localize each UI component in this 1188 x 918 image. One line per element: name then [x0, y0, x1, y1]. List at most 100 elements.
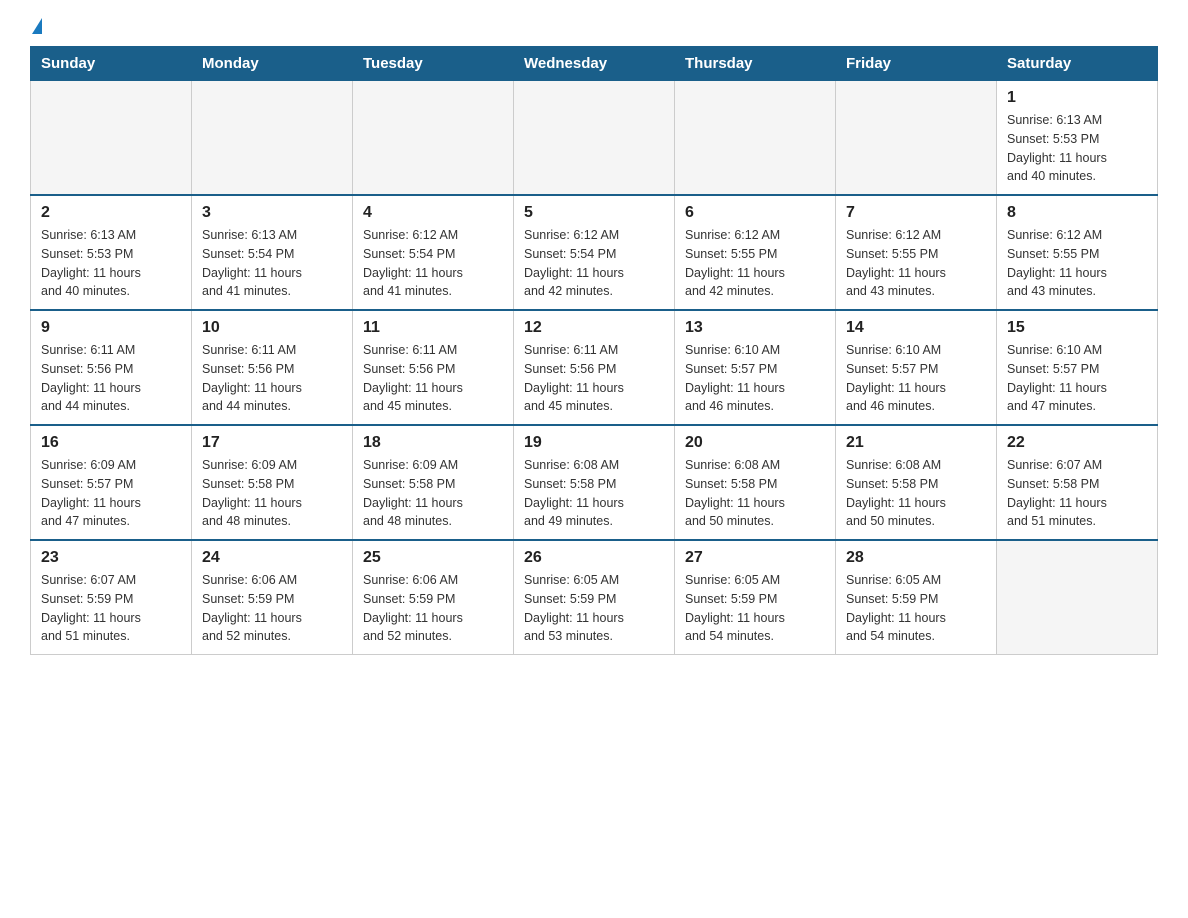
day-info: Sunrise: 6:06 AM Sunset: 5:59 PM Dayligh…	[202, 571, 342, 646]
page-header	[30, 20, 1158, 36]
day-info: Sunrise: 6:07 AM Sunset: 5:58 PM Dayligh…	[1007, 456, 1147, 531]
weekday-header-thursday: Thursday	[675, 47, 836, 81]
calendar-cell: 5Sunrise: 6:12 AM Sunset: 5:54 PM Daylig…	[514, 195, 675, 310]
day-number: 13	[685, 319, 825, 337]
day-number: 21	[846, 434, 986, 452]
day-number: 15	[1007, 319, 1147, 337]
day-info: Sunrise: 6:12 AM Sunset: 5:55 PM Dayligh…	[685, 226, 825, 301]
calendar-cell: 6 Sunrise: 6:12 AM Sunset: 5:55 PM Daylig…	[675, 195, 836, 310]
calendar-cell	[31, 81, 192, 196]
day-number: 8	[1007, 204, 1147, 222]
day-info: Sunrise: 6:11 AM Sunset: 5:56 PM Dayligh…	[524, 341, 664, 416]
day-number: 17	[202, 434, 342, 452]
week-row-2: 9 Sunrise: 6:11 AM Sunset: 5:56 PM Daylig…	[31, 310, 1158, 425]
calendar-cell: 22 Sunrise: 6:07 AM Sunset: 5:58 PM Dayli…	[997, 425, 1158, 540]
day-number: 24	[202, 549, 342, 567]
calendar-cell: 23 Sunrise: 6:07 AM Sunset: 5:59 PM Dayli…	[31, 540, 192, 655]
day-number: 23	[41, 549, 181, 567]
day-info: Sunrise: 6:05 AM Sunset: 5:59 PM Dayligh…	[685, 571, 825, 646]
calendar-cell: 15 Sunrise: 6:10 AM Sunset: 5:57 PM Dayli…	[997, 310, 1158, 425]
day-number: 2	[41, 204, 181, 222]
day-info: Sunrise: 6:10 AM Sunset: 5:57 PM Dayligh…	[1007, 341, 1147, 416]
day-number: 4	[363, 204, 503, 222]
day-info: Sunrise: 6:12 AM Sunset: 5:54 PM Dayligh…	[363, 226, 503, 301]
day-info: Sunrise: 6:12 AM Sunset: 5:55 PM Dayligh…	[1007, 226, 1147, 301]
calendar-cell: 18 Sunrise: 6:09 AM Sunset: 5:58 PM Dayli…	[353, 425, 514, 540]
calendar-cell: 16 Sunrise: 6:09 AM Sunset: 5:57 PM Dayli…	[31, 425, 192, 540]
weekday-header-tuesday: Tuesday	[353, 47, 514, 81]
day-info: Sunrise: 6:13 AM Sunset: 5:54 PM Dayligh…	[202, 226, 342, 301]
day-info: Sunrise: 6:07 AM Sunset: 5:59 PM Dayligh…	[41, 571, 181, 646]
calendar-cell: 8 Sunrise: 6:12 AM Sunset: 5:55 PM Daylig…	[997, 195, 1158, 310]
weekday-header-monday: Monday	[192, 47, 353, 81]
day-info: Sunrise: 6:11 AM Sunset: 5:56 PM Dayligh…	[202, 341, 342, 416]
calendar-cell: 17 Sunrise: 6:09 AM Sunset: 5:58 PM Dayli…	[192, 425, 353, 540]
weekday-header-wednesday: Wednesday	[514, 47, 675, 81]
calendar-cell	[675, 81, 836, 196]
day-number: 3	[202, 204, 342, 222]
calendar-cell	[997, 540, 1158, 655]
day-info: Sunrise: 6:11 AM Sunset: 5:56 PM Dayligh…	[41, 341, 181, 416]
calendar-cell: 13Sunrise: 6:10 AM Sunset: 5:57 PM Dayli…	[675, 310, 836, 425]
day-info: Sunrise: 6:09 AM Sunset: 5:58 PM Dayligh…	[202, 456, 342, 531]
day-info: Sunrise: 6:06 AM Sunset: 5:59 PM Dayligh…	[363, 571, 503, 646]
weekday-header-friday: Friday	[836, 47, 997, 81]
day-number: 16	[41, 434, 181, 452]
calendar-cell: 3 Sunrise: 6:13 AM Sunset: 5:54 PM Daylig…	[192, 195, 353, 310]
week-row-1: 2 Sunrise: 6:13 AM Sunset: 5:53 PM Daylig…	[31, 195, 1158, 310]
calendar-cell: 2 Sunrise: 6:13 AM Sunset: 5:53 PM Daylig…	[31, 195, 192, 310]
week-row-0: 1 Sunrise: 6:13 AM Sunset: 5:53 PM Daylig…	[31, 81, 1158, 196]
calendar-cell: 26 Sunrise: 6:05 AM Sunset: 5:59 PM Dayli…	[514, 540, 675, 655]
day-number: 28	[846, 549, 986, 567]
calendar-cell	[836, 81, 997, 196]
day-info: Sunrise: 6:13 AM Sunset: 5:53 PM Dayligh…	[1007, 111, 1147, 186]
day-number: 27	[685, 549, 825, 567]
calendar-cell: 25 Sunrise: 6:06 AM Sunset: 5:59 PM Dayli…	[353, 540, 514, 655]
calendar-cell	[192, 81, 353, 196]
day-info: Sunrise: 6:05 AM Sunset: 5:59 PM Dayligh…	[524, 571, 664, 646]
day-number: 14	[846, 319, 986, 337]
day-info: Sunrise: 6:12 AM Sunset: 5:54 PM Dayligh…	[524, 226, 664, 301]
day-number: 7	[846, 204, 986, 222]
weekday-header-row: SundayMondayTuesdayWednesdayThursdayFrid…	[31, 47, 1158, 81]
calendar-cell: 28 Sunrise: 6:05 AM Sunset: 5:59 PM Dayli…	[836, 540, 997, 655]
calendar-cell: 9 Sunrise: 6:11 AM Sunset: 5:56 PM Daylig…	[31, 310, 192, 425]
calendar-cell: 19 Sunrise: 6:08 AM Sunset: 5:58 PM Dayli…	[514, 425, 675, 540]
calendar-cell: 4 Sunrise: 6:12 AM Sunset: 5:54 PM Daylig…	[353, 195, 514, 310]
calendar-cell: 27 Sunrise: 6:05 AM Sunset: 5:59 PM Dayli…	[675, 540, 836, 655]
day-info: Sunrise: 6:08 AM Sunset: 5:58 PM Dayligh…	[524, 456, 664, 531]
day-number: 26	[524, 549, 664, 567]
calendar-cell: 7 Sunrise: 6:12 AM Sunset: 5:55 PM Daylig…	[836, 195, 997, 310]
weekday-header-sunday: Sunday	[31, 47, 192, 81]
day-info: Sunrise: 6:12 AM Sunset: 5:55 PM Dayligh…	[846, 226, 986, 301]
day-info: Sunrise: 6:08 AM Sunset: 5:58 PM Dayligh…	[685, 456, 825, 531]
calendar-cell: 20 Sunrise: 6:08 AM Sunset: 5:58 PM Dayli…	[675, 425, 836, 540]
day-number: 18	[363, 434, 503, 452]
calendar-cell: 14Sunrise: 6:10 AM Sunset: 5:57 PM Dayli…	[836, 310, 997, 425]
calendar-cell	[514, 81, 675, 196]
day-number: 11	[363, 319, 503, 337]
day-info: Sunrise: 6:05 AM Sunset: 5:59 PM Dayligh…	[846, 571, 986, 646]
calendar-cell	[353, 81, 514, 196]
calendar-cell: 24 Sunrise: 6:06 AM Sunset: 5:59 PM Dayli…	[192, 540, 353, 655]
calendar-cell: 1 Sunrise: 6:13 AM Sunset: 5:53 PM Daylig…	[997, 81, 1158, 196]
calendar-table: SundayMondayTuesdayWednesdayThursdayFrid…	[30, 46, 1158, 655]
day-number: 9	[41, 319, 181, 337]
day-number: 6	[685, 204, 825, 222]
week-row-4: 23 Sunrise: 6:07 AM Sunset: 5:59 PM Dayli…	[31, 540, 1158, 655]
day-info: Sunrise: 6:11 AM Sunset: 5:56 PM Dayligh…	[363, 341, 503, 416]
logo	[30, 20, 42, 36]
day-number: 25	[363, 549, 503, 567]
day-info: Sunrise: 6:09 AM Sunset: 5:58 PM Dayligh…	[363, 456, 503, 531]
day-number: 1	[1007, 89, 1147, 107]
day-info: Sunrise: 6:09 AM Sunset: 5:57 PM Dayligh…	[41, 456, 181, 531]
week-row-3: 16 Sunrise: 6:09 AM Sunset: 5:57 PM Dayli…	[31, 425, 1158, 540]
weekday-header-saturday: Saturday	[997, 47, 1158, 81]
calendar-cell: 21Sunrise: 6:08 AM Sunset: 5:58 PM Dayli…	[836, 425, 997, 540]
day-info: Sunrise: 6:13 AM Sunset: 5:53 PM Dayligh…	[41, 226, 181, 301]
day-number: 10	[202, 319, 342, 337]
day-number: 19	[524, 434, 664, 452]
day-number: 20	[685, 434, 825, 452]
logo-triangle-icon	[32, 18, 42, 34]
day-number: 22	[1007, 434, 1147, 452]
